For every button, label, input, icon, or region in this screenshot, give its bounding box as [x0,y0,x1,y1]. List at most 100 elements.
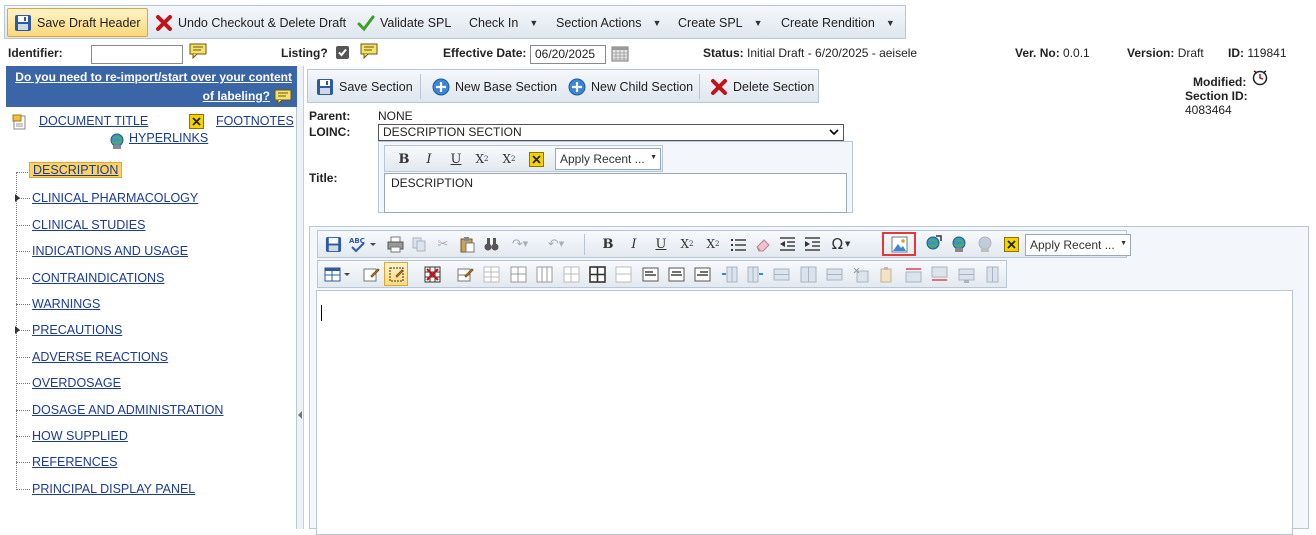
tree-item-warnings[interactable]: WARNINGS [32,297,100,311]
italic-icon[interactable]: I [623,233,645,255]
title-editor: B I U X2 X2 Apply Recent ... ▼ DESCRIPTI… [378,141,853,213]
tree-item-how-supplied[interactable]: HOW SUPPLIED [32,429,128,443]
paste-cell-icon[interactable] [875,263,897,285]
tree-item-clinical-pharmacology[interactable]: CLINICAL PHARMACOLOGY [32,191,198,205]
hyperlink-globe-icon[interactable] [948,233,970,255]
split-cell-icon[interactable] [797,263,819,285]
merge-cells-icon[interactable] [612,263,634,285]
row-below-icon[interactable] [928,263,950,285]
superscript-icon[interactable]: X2 [498,148,520,170]
align-right-icon[interactable] [691,263,713,285]
pane-splitter[interactable] [297,66,304,529]
special-character-icon[interactable]: Ω ▼ [825,233,857,255]
effective-date-input[interactable]: 06/20/2025 [530,45,606,64]
table-properties-icon[interactable] [360,263,382,285]
tree-item-overdosage[interactable]: OVERDOSAGE [32,376,121,390]
subscript-icon[interactable]: X2 [471,148,493,170]
footnote-icon[interactable] [525,148,547,170]
apply-recent-select[interactable]: Apply Recent ... ▼ [1025,234,1131,256]
identifier-input[interactable] [91,45,183,64]
remove-link-icon[interactable] [974,233,996,255]
loinc-select[interactable]: DESCRIPTION SECTION [378,124,844,141]
insert-link-icon[interactable] [922,233,944,255]
tree-item-clinical-studies[interactable]: CLINICAL STUDIES [32,218,145,232]
cut-icon[interactable]: ✂ [432,233,454,255]
new-base-section-button[interactable]: New Base Section [426,72,563,101]
delete-table-icon[interactable] [421,263,443,285]
delete-section-button[interactable]: Delete Section [704,72,820,101]
delete-rows-icon[interactable] [955,263,977,285]
superscript-icon[interactable]: X2 [702,233,724,255]
insert-column-icon[interactable] [533,263,555,285]
tree-item-precautions[interactable]: PRECAUTIONS [32,323,122,337]
redo-icon[interactable]: ↷ ▼ [504,233,536,255]
calendar-icon[interactable] [611,45,629,62]
footnotes-link[interactable]: FOOTNOTES [216,114,294,128]
tree-item-description[interactable]: DESCRIPTION [29,162,123,178]
hyperlinks-link[interactable]: HYPERLINKS [129,131,208,145]
tree-item-contraindications[interactable]: CONTRAINDICATIONS [32,271,164,285]
align-left-icon[interactable] [639,263,661,285]
delete-columns-icon[interactable] [981,263,1003,285]
bulleted-list-icon[interactable] [727,233,749,255]
show-borders-icon[interactable] [384,262,408,286]
comment-icon[interactable] [274,89,292,105]
subscript-icon[interactable]: X2 [676,233,698,255]
tree-item-indications-and-usage[interactable]: INDICATIONS AND USAGE [32,244,188,258]
print-icon[interactable] [384,233,406,255]
paste-icon[interactable] [456,233,478,255]
apply-recent-select[interactable]: Apply Recent ... ▼ [555,148,661,170]
check-in-menu[interactable]: Check In ▼ [463,8,544,37]
copy-icon[interactable] [408,233,430,255]
tree-item-principal-display-panel[interactable]: PRINCIPAL DISPLAY PANEL [32,482,195,496]
document-title-link[interactable]: DOCUMENT TITLE [39,114,148,128]
tree-item-adverse-reactions[interactable]: ADVERSE REACTIONS [32,350,168,364]
row-above-icon[interactable] [902,263,924,285]
insert-column-right-icon[interactable] [744,263,766,285]
align-center-icon[interactable] [665,263,687,285]
save-icon[interactable] [322,233,344,255]
tree-item-references[interactable]: REFERENCES [32,455,117,469]
validate-spl-button[interactable]: Validate SPL [351,8,457,37]
expand-icon[interactable] [15,326,20,334]
insert-row-after-icon[interactable] [507,263,529,285]
underline-icon[interactable]: U [650,233,672,255]
new-child-section-button[interactable]: New Child Section [562,72,699,101]
tree-item-dosage-and-administration[interactable]: DOSAGE AND ADMINISTRATION [32,403,223,417]
reimport-link[interactable]: Do you need to re-import/start over your… [6,66,297,107]
delete-column-icon[interactable] [560,263,582,285]
bold-icon[interactable]: B [597,233,619,255]
find-icon[interactable] [480,233,502,255]
title-input[interactable]: DESCRIPTION [384,173,847,213]
insert-table-icon[interactable] [322,263,354,285]
table-grid-icon[interactable] [586,263,608,285]
content-textarea[interactable] [316,290,1293,535]
comment-icon[interactable] [360,43,378,59]
save-draft-header-button[interactable]: Save Draft Header [7,8,148,37]
undo-icon[interactable]: ↶ ▼ [540,233,572,255]
bold-icon[interactable]: B [393,148,415,170]
italic-icon[interactable]: I [418,148,440,170]
eraser-icon[interactable] [751,233,773,255]
cut-cell-icon[interactable] [849,263,871,285]
insert-column-left-icon[interactable] [718,263,740,285]
spellcheck-icon[interactable]: ABC [346,233,378,255]
insert-image-icon[interactable] [882,232,916,256]
insert-row-before-icon[interactable] [480,263,502,285]
save-section-button[interactable]: Save Section [310,72,419,101]
expand-icon[interactable] [15,194,20,202]
footnote-icon[interactable] [1000,233,1022,255]
outdent-icon[interactable] [776,233,798,255]
merge-down-icon[interactable] [823,263,845,285]
create-rendition-menu[interactable]: Create Rendition ▼ [775,8,901,37]
collapse-arrow-icon[interactable] [298,411,302,419]
undo-checkout-button[interactable]: Undo Checkout & Delete Draft [149,8,352,37]
listing-checkbox[interactable] [336,46,349,59]
comment-icon[interactable] [189,43,207,59]
delete-row-icon[interactable] [770,263,792,285]
underline-icon[interactable]: U [445,148,467,170]
create-spl-menu[interactable]: Create SPL ▼ [672,8,769,37]
section-actions-menu[interactable]: Section Actions ▼ [550,8,667,37]
cell-properties-icon[interactable] [454,263,476,285]
indent-icon[interactable] [801,233,823,255]
